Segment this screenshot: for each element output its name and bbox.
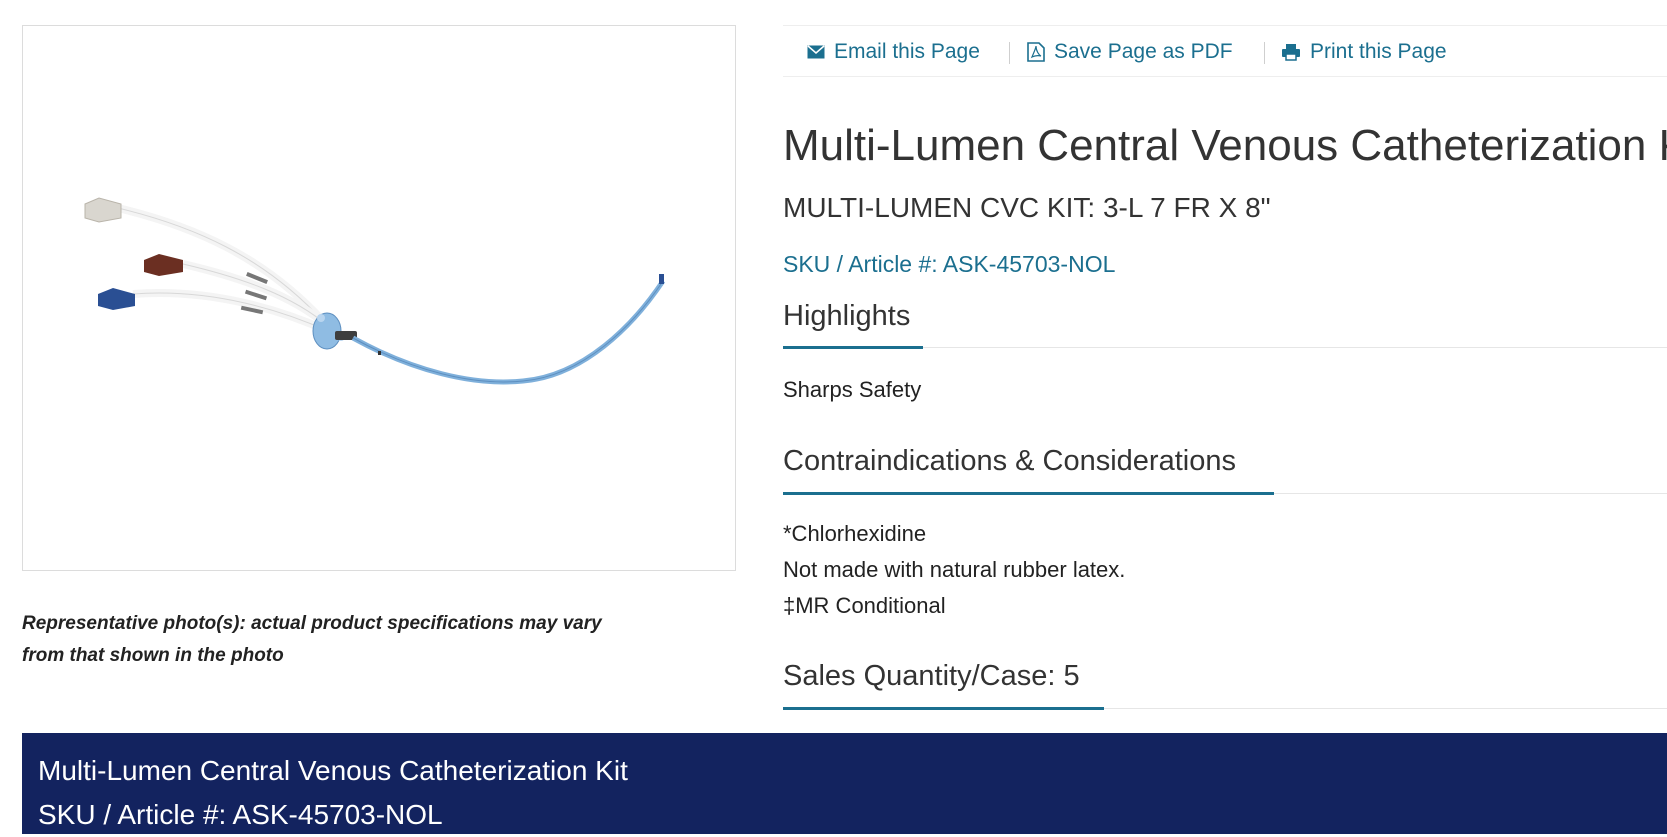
sales-quantity-heading: Sales Quantity/Case: 5 [783,660,1080,692]
product-subtitle: MULTI-LUMEN CVC KIT: 3-L 7 FR X 8" [783,192,1271,223]
email-page-label: Email this Page [834,40,980,63]
contraindication-item: Not made with natural rubber latex. [783,557,1126,582]
toolbar-divider [1009,42,1010,64]
footer-sku: SKU / Article #: ASK-45703-NOL [38,799,443,830]
contraindication-item: ‡MR Conditional [783,593,946,618]
email-page-link[interactable]: Email this Page [807,40,980,64]
print-page-link[interactable]: Print this Page [1281,40,1447,64]
pdf-icon [1027,42,1045,62]
contraindications-heading: Contraindications & Considerations [783,445,1236,477]
footer-title: Multi-Lumen Central Venous Catheterizati… [38,755,628,786]
highlights-underline [783,346,923,349]
toolbar-divider [1264,42,1265,64]
photo-caption: Representative photo(s): actual product … [22,608,722,672]
hub-brown-icon [144,254,183,276]
hub-gray-icon [84,197,122,223]
save-pdf-label: Save Page as PDF [1054,40,1233,63]
product-sku: SKU / Article #: ASK-45703-NOL [783,251,1116,277]
page-actions-toolbar: Email this Page Save Page as PDF Print t… [783,25,1667,77]
caption-line: Representative photo(s): actual product … [22,613,602,634]
highlights-list: Sharps Safety [783,372,921,408]
print-page-label: Print this Page [1310,40,1447,63]
save-pdf-link[interactable]: Save Page as PDF [1027,40,1233,64]
contraindication-item: *Chlorhexidine [783,521,927,546]
highlights-heading: Highlights [783,300,911,332]
sticky-product-footer: Multi-Lumen Central Venous Catheterizati… [22,733,1667,834]
contraindications-list: *Chlorhexidine Not made with natural rub… [783,516,1125,624]
sales-quantity-underline [783,707,1104,710]
product-title: Multi-Lumen Central Venous Catheterizati… [783,121,1667,170]
highlight-item: Sharps Safety [783,377,922,402]
hub-blue-icon [98,288,135,310]
printer-icon [1282,44,1300,61]
caption-line: from that shown in the photo [22,645,284,666]
product-photo[interactable] [22,25,736,571]
catheter-image [84,197,666,385]
contraindications-underline [783,492,1274,495]
envelope-icon [807,45,825,59]
